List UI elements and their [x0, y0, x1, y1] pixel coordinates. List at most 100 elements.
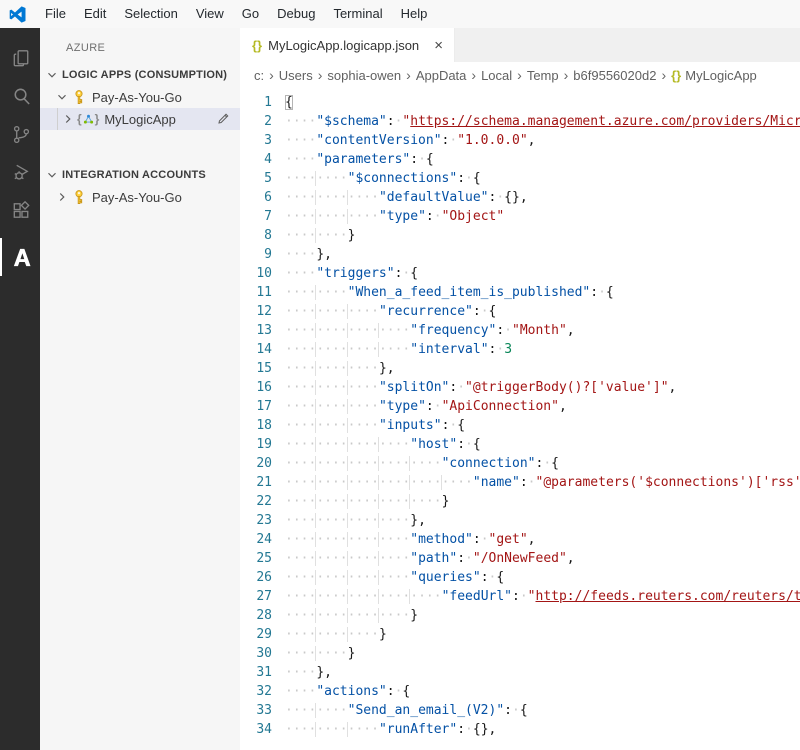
code-line[interactable]: 6············"defaultValue":·{},	[240, 188, 800, 207]
line-number: 19	[240, 435, 272, 454]
activity-azure[interactable]	[0, 238, 40, 276]
code-line[interactable]: 8········}	[240, 226, 800, 245]
line-number: 15	[240, 359, 272, 378]
code-line[interactable]: 17············"type":·"ApiConnection",	[240, 397, 800, 416]
menu-items: FileEditSelectionViewGoDebugTerminalHelp	[36, 0, 436, 28]
line-number: 13	[240, 321, 272, 340]
code-line[interactable]: 21························"name":·"@para…	[240, 473, 800, 492]
code-line[interactable]: 16············"splitOn":·"@triggerBody()…	[240, 378, 800, 397]
code-line[interactable]: 23················},	[240, 511, 800, 530]
breadcrumb-item-sophia-owen[interactable]: sophia-owen	[327, 68, 401, 83]
breadcrumb-item-appdata[interactable]: AppData	[416, 68, 467, 83]
code-line[interactable]: 1{	[240, 93, 800, 112]
tab-mylogicapp-json[interactable]: {} MyLogicApp.logicapp.json ×	[240, 28, 455, 62]
tree-item-pay-as-you-go[interactable]: Pay-As-You-Go	[40, 186, 240, 208]
code-line[interactable]: 13················"frequency":·"Month",	[240, 321, 800, 340]
line-number: 8	[240, 226, 272, 245]
close-icon[interactable]: ×	[431, 37, 446, 54]
chevron-down-icon	[45, 168, 62, 182]
line-number: 23	[240, 511, 272, 530]
code-line[interactable]: 30········}	[240, 644, 800, 663]
breadcrumb-item-b6f9556020d2[interactable]: b6f9556020d2	[573, 68, 656, 83]
activity-source-control[interactable]	[0, 115, 40, 153]
tree-item-label: MyLogicApp	[104, 112, 176, 127]
key-icon	[71, 189, 87, 205]
breadcrumb-item-mylogicapp[interactable]: {}MyLogicApp	[671, 68, 757, 83]
breadcrumb-item-local[interactable]: Local	[481, 68, 512, 83]
activity-search[interactable]	[0, 77, 40, 115]
key-icon	[71, 89, 87, 105]
line-number: 26	[240, 568, 272, 587]
code-line[interactable]: 10····"triggers":·{	[240, 264, 800, 283]
vscode-logo-icon	[9, 6, 26, 23]
chevron-right-icon	[55, 190, 69, 204]
code-line[interactable]: 2····"$schema":·"https://schema.manageme…	[240, 112, 800, 131]
activity-bar	[0, 28, 40, 750]
code-line[interactable]: 22····················}	[240, 492, 800, 511]
line-number: 5	[240, 169, 272, 188]
azure-icon	[10, 246, 33, 269]
line-number: 25	[240, 549, 272, 568]
section-header-0[interactable]: LOGIC APPS (CONSUMPTION)	[40, 64, 240, 86]
code-line[interactable]: 32····"actions":·{	[240, 682, 800, 701]
code-line[interactable]: 12············"recurrence":·{	[240, 302, 800, 321]
chevron-right-icon	[61, 112, 75, 126]
line-number: 17	[240, 397, 272, 416]
code-line[interactable]: 34············"runAfter":·{},	[240, 720, 800, 739]
line-number: 18	[240, 416, 272, 435]
breadcrumb-item-temp[interactable]: Temp	[527, 68, 559, 83]
code-line[interactable]: 26················"queries":·{	[240, 568, 800, 587]
code-editor[interactable]: 1{2····"$schema":·"https://schema.manage…	[240, 88, 800, 750]
menu-terminal[interactable]: Terminal	[324, 0, 391, 28]
tab-label: MyLogicApp.logicapp.json	[268, 38, 419, 53]
menu-debug[interactable]: Debug	[268, 0, 324, 28]
line-number: 28	[240, 606, 272, 625]
search-icon	[10, 85, 33, 108]
line-number: 12	[240, 302, 272, 321]
breadcrumb-separator: ›	[471, 67, 476, 83]
menu-help[interactable]: Help	[392, 0, 437, 28]
code-line[interactable]: 31····},	[240, 663, 800, 682]
code-line[interactable]: 33········"Send_an_email_(V2)":·{	[240, 701, 800, 720]
code-line[interactable]: 18············"inputs":·{	[240, 416, 800, 435]
menu-view[interactable]: View	[187, 0, 233, 28]
json-braces-icon: {}	[252, 38, 262, 53]
line-number: 9	[240, 245, 272, 264]
breadcrumb-separator: ›	[318, 67, 323, 83]
menu-edit[interactable]: Edit	[75, 0, 115, 28]
code-line[interactable]: 4····"parameters":·{	[240, 150, 800, 169]
line-number: 22	[240, 492, 272, 511]
code-line[interactable]: 24················"method":·"get",	[240, 530, 800, 549]
code-line[interactable]: 3····"contentVersion":·"1.0.0.0",	[240, 131, 800, 150]
breadcrumb-separator: ›	[564, 67, 569, 83]
line-number: 1	[240, 93, 272, 112]
chevron-down-icon	[55, 90, 69, 104]
breadcrumb-item-c-[interactable]: c:	[254, 68, 264, 83]
code-line[interactable]: 11········"When_a_feed_item_is_published…	[240, 283, 800, 302]
menu-file[interactable]: File	[36, 0, 75, 28]
code-line[interactable]: 19················"host":·{	[240, 435, 800, 454]
code-line[interactable]: 14················"interval":·3	[240, 340, 800, 359]
activity-explorer[interactable]	[0, 39, 40, 77]
tree-item-pay-as-you-go[interactable]: Pay-As-You-Go	[40, 86, 240, 108]
line-number: 2	[240, 112, 272, 131]
code-line[interactable]: 9····},	[240, 245, 800, 264]
code-line[interactable]: 7············"type":·"Object"	[240, 207, 800, 226]
tree-item-mylogicapp[interactable]: {}MyLogicApp	[40, 108, 240, 130]
code-line[interactable]: 29············}	[240, 625, 800, 644]
line-number: 7	[240, 207, 272, 226]
code-line[interactable]: 27····················"feedUrl":·"http:/…	[240, 587, 800, 606]
menu-go[interactable]: Go	[233, 0, 268, 28]
edit-pencil-icon[interactable]	[216, 111, 231, 126]
breadcrumb-separator: ›	[406, 67, 411, 83]
activity-run-debug[interactable]	[0, 153, 40, 191]
code-line[interactable]: 28················}	[240, 606, 800, 625]
breadcrumb-item-users[interactable]: Users	[279, 68, 313, 83]
code-line[interactable]: 15············},	[240, 359, 800, 378]
activity-extensions[interactable]	[0, 191, 40, 229]
section-header-1[interactable]: INTEGRATION ACCOUNTS	[40, 164, 240, 186]
code-line[interactable]: 20····················"connection":·{	[240, 454, 800, 473]
code-line[interactable]: 5········"$connections":·{	[240, 169, 800, 188]
menu-selection[interactable]: Selection	[115, 0, 186, 28]
code-line[interactable]: 25················"path":·"/OnNewFeed",	[240, 549, 800, 568]
